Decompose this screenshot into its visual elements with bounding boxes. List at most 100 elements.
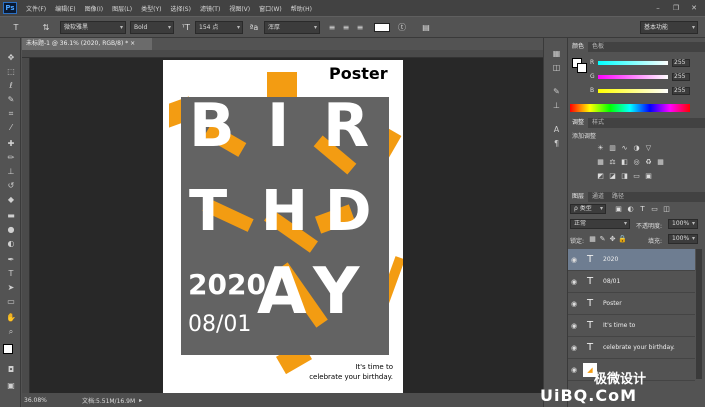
- blend-mode-select[interactable]: 正常 ▾: [570, 219, 630, 229]
- align-right-icon[interactable]: ≡: [354, 21, 366, 34]
- blue-bar[interactable]: [598, 88, 668, 93]
- invert-icon[interactable]: ◩: [596, 172, 605, 180]
- marquee-tool-icon[interactable]: ⬚: [4, 66, 18, 77]
- history-panel-icon[interactable]: ▦: [550, 48, 563, 59]
- lock-paint-icon[interactable]: ✎: [598, 235, 607, 243]
- eraser-tool-icon[interactable]: ◆: [4, 194, 18, 205]
- posterize-icon[interactable]: ◪: [608, 172, 617, 180]
- layer-row[interactable]: ◉ T 2020: [568, 249, 695, 271]
- align-center-icon[interactable]: ≡: [340, 21, 352, 34]
- screen-mode-icon[interactable]: ▣: [4, 380, 18, 391]
- status-menu-icon[interactable]: ▸: [139, 397, 142, 404]
- tab-paths[interactable]: 路径: [608, 192, 628, 202]
- tab-layers[interactable]: 图层: [568, 192, 589, 202]
- blue-value[interactable]: 255: [672, 86, 690, 95]
- menu-select[interactable]: 选择(S): [170, 4, 191, 13]
- red-value[interactable]: 255: [672, 58, 690, 67]
- visibility-eye-icon[interactable]: ◉: [568, 366, 580, 374]
- tab-color[interactable]: 颜色: [568, 42, 589, 52]
- visibility-eye-icon[interactable]: ◉: [568, 322, 580, 330]
- lasso-tool-icon[interactable]: ℓ: [4, 80, 18, 91]
- lookup-icon[interactable]: ▦: [656, 158, 665, 166]
- move-tool-icon[interactable]: ✥: [4, 52, 18, 63]
- font-style-select[interactable]: Bold ▾: [130, 21, 174, 34]
- menu-layer[interactable]: 图层(L): [112, 4, 132, 13]
- filter-type-icon[interactable]: T: [638, 205, 647, 213]
- text-color-swatch[interactable]: [374, 23, 390, 32]
- document-tab[interactable]: 未标题-1 @ 36.1% (2020, RGB/8) * ×: [22, 38, 152, 50]
- blue-slider[interactable]: B 255: [590, 86, 690, 95]
- selective-color-icon[interactable]: ▣: [644, 172, 653, 180]
- document-tab-close-icon[interactable]: ×: [130, 40, 135, 47]
- lock-all-icon[interactable]: 🔒: [618, 235, 627, 243]
- green-value[interactable]: 255: [672, 72, 690, 81]
- layers-scrollbar[interactable]: [696, 249, 702, 379]
- gradient-map-icon[interactable]: ▭: [632, 172, 641, 180]
- zoom-tool-icon[interactable]: ⌕: [4, 326, 18, 337]
- stamp-tool-icon[interactable]: ⊥: [4, 166, 18, 177]
- hand-tool-icon[interactable]: ✋: [4, 312, 18, 323]
- type-tool-icon-left[interactable]: T: [4, 268, 18, 279]
- filter-pixel-icon[interactable]: ▣: [614, 205, 623, 213]
- brightness-icon[interactable]: ☀: [596, 144, 605, 152]
- quick-select-tool-icon[interactable]: ✎: [4, 94, 18, 105]
- visibility-eye-icon[interactable]: ◉: [568, 256, 580, 264]
- foreground-color-swatch[interactable]: [3, 344, 13, 354]
- menu-filter[interactable]: 滤镜(T): [200, 4, 220, 13]
- layer-row[interactable]: ◉ T Poster: [568, 293, 695, 315]
- opacity-field[interactable]: 100% ▾: [668, 219, 698, 229]
- curves-icon[interactable]: ∿: [620, 144, 629, 152]
- history-brush-tool-icon[interactable]: ↺: [4, 180, 18, 191]
- threshold-icon[interactable]: ◨: [620, 172, 629, 180]
- visibility-eye-icon[interactable]: ◉: [568, 344, 580, 352]
- filter-adjust-icon[interactable]: ◐: [626, 205, 635, 213]
- filter-shape-icon[interactable]: ▭: [650, 205, 659, 213]
- color-spectrum[interactable]: [570, 104, 690, 112]
- blur-tool-icon[interactable]: ●: [4, 224, 18, 235]
- gradient-tool-icon[interactable]: ▬: [4, 210, 18, 221]
- eyedropper-tool-icon[interactable]: ⁄: [4, 122, 18, 133]
- properties-panel-icon[interactable]: ◫: [550, 62, 563, 73]
- menu-file[interactable]: 文件(F): [26, 4, 46, 13]
- clone-panel-icon[interactable]: ⊥: [550, 100, 563, 111]
- font-family-select[interactable]: 微软雅黑 ▾: [60, 21, 126, 34]
- visibility-eye-icon[interactable]: ◉: [568, 278, 580, 286]
- poster-canvas[interactable]: Poster B I R T H D A Y 2020 08/01 It's t…: [163, 60, 403, 393]
- close-button[interactable]: ✕: [687, 3, 701, 13]
- vibrance-icon[interactable]: ▽: [644, 144, 653, 152]
- pen-tool-icon[interactable]: ✒: [4, 254, 18, 265]
- photo-filter-icon[interactable]: ◎: [632, 158, 641, 166]
- red-bar[interactable]: [598, 60, 668, 65]
- menu-edit[interactable]: 编辑(E): [55, 4, 75, 13]
- crop-tool-icon[interactable]: ⌗: [4, 108, 18, 119]
- tab-styles[interactable]: 样式: [588, 118, 608, 128]
- layer-row[interactable]: ◉ T 08/01: [568, 271, 695, 293]
- path-select-tool-icon[interactable]: ➤: [4, 282, 18, 293]
- type-tool-icon[interactable]: T: [10, 21, 22, 34]
- bw-icon[interactable]: ◧: [620, 158, 629, 166]
- fill-field[interactable]: 100% ▾: [668, 234, 698, 244]
- character-panel-icon[interactable]: ▤: [420, 21, 432, 34]
- font-size-select[interactable]: 154 点 ▾: [195, 21, 243, 34]
- paragraph-panel-icon[interactable]: ¶: [550, 138, 563, 149]
- text-orientation-icon[interactable]: ⇅: [40, 21, 52, 34]
- tab-swatches[interactable]: 色板: [588, 42, 608, 52]
- balance-icon[interactable]: ⚖: [608, 158, 617, 166]
- tab-channels[interactable]: 通道: [588, 192, 608, 202]
- menu-image[interactable]: 图像(I): [85, 4, 103, 13]
- workspace-select[interactable]: 基本功能 ▾: [640, 21, 698, 34]
- minimize-button[interactable]: –: [651, 3, 665, 13]
- hue-icon[interactable]: ▦: [596, 158, 605, 166]
- menu-window[interactable]: 窗口(W): [259, 4, 282, 13]
- antialias-select[interactable]: 浑厚 ▾: [264, 21, 320, 34]
- green-bar[interactable]: [598, 74, 668, 79]
- align-left-icon[interactable]: ≡: [326, 21, 338, 34]
- shape-tool-icon[interactable]: ▭: [4, 296, 18, 307]
- quick-mask-icon[interactable]: ◘: [4, 364, 18, 375]
- healing-tool-icon[interactable]: ✚: [4, 138, 18, 149]
- red-slider[interactable]: R 255: [590, 58, 690, 67]
- green-slider[interactable]: G 255: [590, 72, 690, 81]
- filter-smart-icon[interactable]: ◫: [662, 205, 671, 213]
- tab-adjustments[interactable]: 调整: [568, 118, 589, 128]
- color-bg-swatch[interactable]: [577, 63, 587, 73]
